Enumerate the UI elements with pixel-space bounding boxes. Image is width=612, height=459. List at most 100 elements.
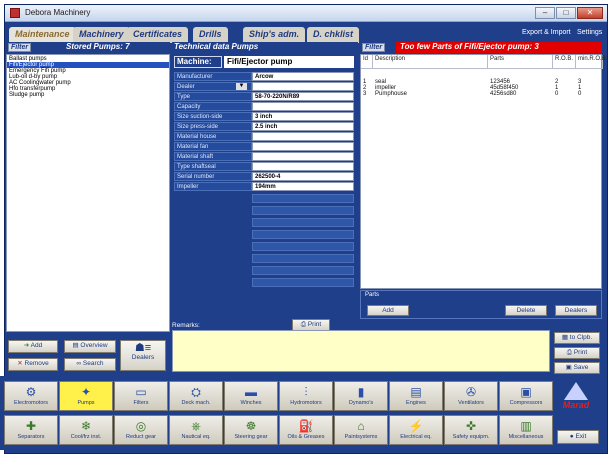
field-label: Material fan: [174, 142, 252, 151]
print-button[interactable]: ⎙ Print: [554, 347, 600, 359]
category-engines[interactable]: ▤ Engines: [389, 381, 443, 411]
category-filters[interactable]: ▭ Filters: [114, 381, 168, 411]
category-ventilators[interactable]: ✇ Ventilators: [444, 381, 498, 411]
category-icon: ▥: [520, 419, 532, 433]
maximize-button[interactable]: □: [556, 7, 576, 19]
parts-delete-button[interactable]: Delete: [505, 305, 547, 316]
parts-add-button[interactable]: Add: [367, 305, 409, 316]
exit-button[interactable]: ● Exit: [557, 430, 599, 444]
category-icon: ▮: [357, 385, 365, 399]
field-value[interactable]: 3 inch: [252, 112, 354, 121]
save-icon: ▣: [565, 364, 574, 371]
tab-certificates[interactable]: Certificates: [127, 27, 189, 43]
category-deck-mach[interactable]: ⛭ Deck mach.: [169, 381, 223, 411]
category-label: Engines: [406, 400, 426, 406]
field-value[interactable]: [252, 142, 354, 151]
list-item[interactable]: Sludge pump: [7, 92, 169, 98]
category-reduct-gear[interactable]: ◎ Reduct gear: [114, 415, 168, 445]
category-safety-equipm[interactable]: ✜ Safety equipm.: [444, 415, 498, 445]
dealers-label: Dealers: [131, 354, 155, 361]
category-label: Separators: [17, 434, 45, 440]
empty-field-row: [252, 278, 354, 287]
exit-label: Exit: [575, 433, 587, 440]
parts-filter-button[interactable]: Filter: [362, 43, 386, 52]
save-button[interactable]: ▣ Save: [554, 362, 600, 374]
empty-field-row: [252, 242, 354, 251]
remove-button[interactable]: ✕ Remove: [8, 358, 58, 371]
field-value[interactable]: Arcow: [252, 72, 354, 81]
category-icon: ⛽: [298, 419, 314, 433]
to-clipboard-button[interactable]: ▦ to Clpb.: [554, 332, 600, 344]
category-hydromotors[interactable]: ⫶ Hydromotors: [279, 381, 333, 411]
overview-button[interactable]: ▤ Overview: [64, 340, 116, 353]
table-cell[interactable]: 0: [578, 91, 581, 97]
category-icon: ❄: [80, 419, 92, 433]
table-cell[interactable]: 4256sd80: [490, 91, 516, 97]
category-icon: ✚: [25, 419, 37, 433]
col-parts[interactable]: Parts: [488, 55, 553, 69]
dealer-person-icon: ☗≡: [134, 342, 152, 354]
export-import-link[interactable]: Export & Import: [522, 29, 571, 36]
category-electrical-eq[interactable]: ⚡ Electrical eq.: [389, 415, 443, 445]
category-separators[interactable]: ✚ Separators: [4, 415, 58, 445]
marad-logo: Marad: [553, 382, 599, 422]
settings-link[interactable]: Settings: [577, 29, 602, 36]
pump-list[interactable]: Ballast pumps Fifi/Ejector pump Emergenc…: [6, 54, 170, 332]
printer-icon: ⎙: [300, 321, 308, 328]
category-compressors[interactable]: ▣ Compressors: [499, 381, 553, 411]
filter-button[interactable]: Filter: [8, 43, 32, 52]
table-cell[interactable]: 0: [555, 91, 558, 97]
machine-name: Fifi/Ejector pump: [224, 56, 354, 68]
close-button[interactable]: ✕: [577, 7, 603, 19]
field-label: Manufacturer: [174, 72, 252, 81]
category-electromotors[interactable]: ⚙ Electromotors: [4, 381, 58, 411]
category-bar: ⚙ Electromotors ✦ Pumps ▭ Filters ⛭ Deck mach. ▬…: [0, 376, 602, 450]
dealer-dropdown[interactable]: [252, 82, 354, 91]
field-value[interactable]: [252, 152, 354, 161]
category-winches[interactable]: ▬ Winches: [224, 381, 278, 411]
parts-table[interactable]: Id Description Parts R.O.B. min.R.O.B. 1…: [360, 54, 607, 289]
field-value[interactable]: [252, 162, 354, 171]
field-value[interactable]: 2.5 inch: [252, 122, 354, 131]
category-icon: ⛭: [191, 385, 201, 399]
category-icon: ⎈: [191, 419, 201, 433]
chevron-down-icon[interactable]: ▼: [236, 83, 247, 90]
printer-icon: ⎙: [566, 349, 574, 356]
field-value[interactable]: [252, 132, 354, 141]
category-icon: ✜: [465, 419, 477, 433]
dealers-button[interactable]: ☗≡ Dealers: [120, 340, 166, 371]
table-cell[interactable]: Pumphouse: [375, 91, 407, 97]
dealers-toggle[interactable]: Dealers: [555, 305, 597, 316]
remove-x-icon: ✕: [17, 360, 25, 367]
tech-title: Technical data Pumps: [174, 42, 259, 51]
tab-machinery[interactable]: Machinery: [73, 27, 130, 43]
field-label: Capacity: [174, 102, 252, 111]
col-rob[interactable]: R.O.B.: [553, 55, 576, 69]
field-value[interactable]: 58-70-220N/R89: [252, 92, 354, 101]
field-value[interactable]: 194mm: [252, 182, 354, 191]
category-pumps[interactable]: ✦ Pumps: [59, 381, 113, 411]
minimize-button[interactable]: –: [535, 7, 555, 19]
field-value[interactable]: 262500-4: [252, 172, 354, 181]
remarks-textarea[interactable]: [172, 330, 550, 372]
category-miscellaneous[interactable]: ▥ Miscellaneous: [499, 415, 553, 445]
col-id[interactable]: Id: [361, 55, 373, 69]
category-nautical-eq[interactable]: ⎈ Nautical eq.: [169, 415, 223, 445]
tab-drills[interactable]: Drills: [193, 27, 228, 43]
category-dynamo-s[interactable]: ▮ Dynamo's: [334, 381, 388, 411]
parts-header: Filter Too few Parts of Fifi/Ejector pum…: [360, 42, 602, 53]
search-label: Search: [82, 360, 104, 367]
tab-ships-adm[interactable]: Ship's adm.: [243, 27, 306, 43]
category-paintsystems[interactable]: ⌂ Paintsystems: [334, 415, 388, 445]
field-value[interactable]: [252, 102, 354, 111]
tab-maintenance[interactable]: Maintenance: [9, 27, 76, 43]
tab-d-chklist[interactable]: D. chklist: [307, 27, 360, 43]
category-cool-frz-inst[interactable]: ❄ Cool/frz inst.: [59, 415, 113, 445]
add-button[interactable]: ➜ Add: [8, 340, 58, 353]
col-min-rob[interactable]: min.R.O.B.: [576, 55, 607, 69]
col-description[interactable]: Description: [373, 55, 488, 69]
table-cell[interactable]: 3: [363, 91, 366, 97]
category-steering-gear[interactable]: ☸ Steering gear: [224, 415, 278, 445]
category-oils-greases[interactable]: ⛽ Oils & Greases: [279, 415, 333, 445]
search-button[interactable]: ∞ Search: [64, 358, 116, 371]
